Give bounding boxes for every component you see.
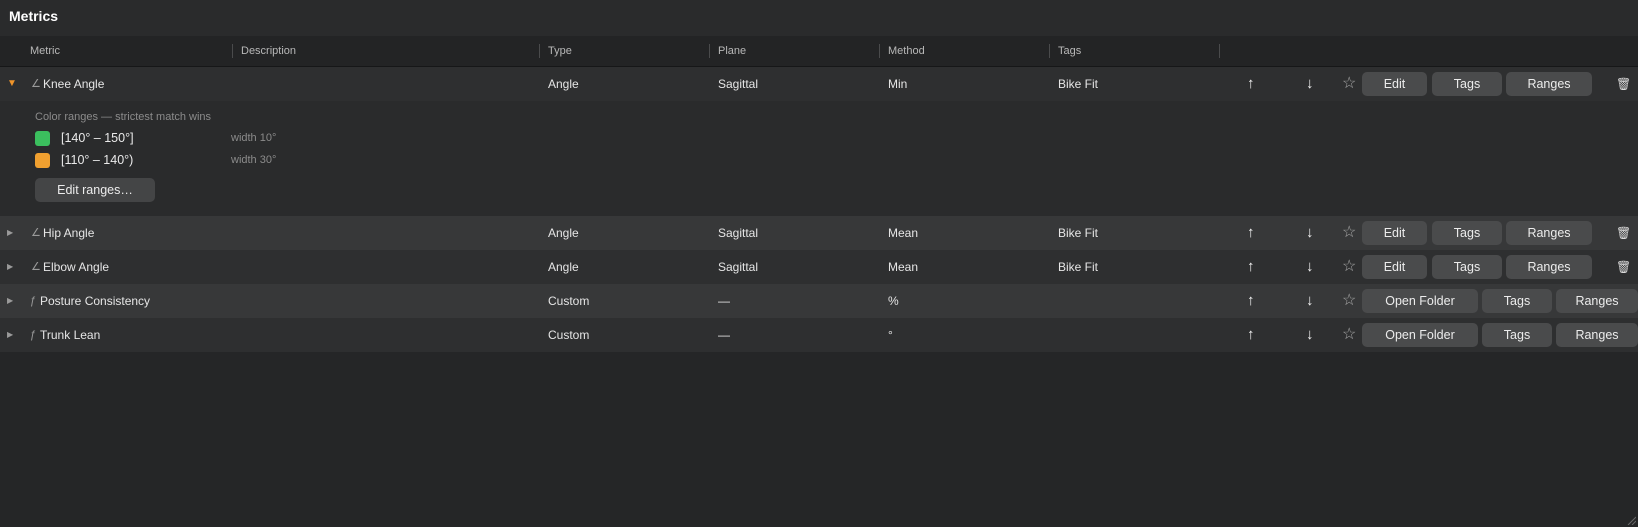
table-row[interactable]: ▶ ∠ Elbow Angle Angle Sagittal Mean Bike… <box>0 250 1638 284</box>
column-header-metric[interactable]: Metric <box>22 36 232 66</box>
ranges-button[interactable]: Ranges <box>1506 255 1592 279</box>
metric-type: Angle <box>548 77 579 91</box>
metric-name: Trunk Lean <box>40 328 101 342</box>
arrow-down-icon[interactable]: ↓ <box>1306 318 1314 352</box>
edit-button[interactable]: Edit <box>1362 255 1427 279</box>
arrow-down-icon[interactable]: ↓ <box>1306 284 1314 318</box>
metric-name: Posture Consistency <box>40 294 151 308</box>
range-width: width 30° <box>231 154 277 166</box>
color-ranges-caption: Color ranges — strictest match wins <box>35 111 212 123</box>
metric-plane: Sagittal <box>718 226 759 240</box>
tags-button[interactable]: Tags <box>1432 72 1502 96</box>
metric-type: Angle <box>548 260 579 274</box>
function-icon: ƒ <box>30 295 37 307</box>
tags-button[interactable]: Tags <box>1482 323 1552 347</box>
table-row[interactable]: ▼ ∠ Knee Angle Angle Sagittal Min Bike F… <box>0 67 1638 101</box>
trash-icon[interactable]: 🗑 <box>1616 250 1631 284</box>
metric-type: Custom <box>548 328 590 342</box>
color-ranges-panel: Color ranges — strictest match wins [140… <box>0 101 1638 216</box>
ranges-button[interactable]: Ranges <box>1556 323 1638 347</box>
table-row[interactable]: ▶ ƒ Posture Consistency Custom — % ↑ ↓ ☆… <box>0 284 1638 318</box>
angle-icon: ∠ <box>31 227 41 239</box>
column-separator[interactable] <box>1219 44 1220 58</box>
metric-plane: — <box>718 294 730 308</box>
angle-icon: ∠ <box>31 261 41 273</box>
arrow-down-icon[interactable]: ↓ <box>1306 250 1314 284</box>
metric-type: Angle <box>548 226 579 240</box>
range-label: [110° – 140°) <box>61 153 134 167</box>
star-icon[interactable]: ☆ <box>1342 250 1356 284</box>
range-label: [140° – 150°] <box>61 131 134 145</box>
column-header-description[interactable]: Description <box>233 36 539 66</box>
disclosure-triangle-icon[interactable]: ▶ <box>7 250 13 284</box>
trash-icon[interactable]: 🗑 <box>1616 216 1631 250</box>
edit-button[interactable]: Edit <box>1362 72 1427 96</box>
window-title: Metrics <box>9 8 59 24</box>
metric-name: Knee Angle <box>43 77 105 91</box>
column-header-method[interactable]: Method <box>880 36 1050 66</box>
arrow-up-icon[interactable]: ↑ <box>1247 250 1255 284</box>
arrow-up-icon[interactable]: ↑ <box>1247 216 1255 250</box>
arrow-up-icon[interactable]: ↑ <box>1247 284 1255 318</box>
metric-plane: — <box>718 328 730 342</box>
range-color-swatch <box>35 131 50 146</box>
function-icon: ƒ <box>30 329 37 341</box>
ranges-button[interactable]: Ranges <box>1506 72 1592 96</box>
disclosure-triangle-icon[interactable]: ▶ <box>7 284 13 318</box>
open-folder-button[interactable]: Open Folder <box>1362 323 1478 347</box>
metric-method: ° <box>888 328 893 342</box>
metric-name: Hip Angle <box>43 226 95 240</box>
metric-type: Custom <box>548 294 590 308</box>
arrow-down-icon[interactable]: ↓ <box>1306 216 1314 250</box>
disclosure-triangle-icon[interactable]: ▶ <box>7 318 13 352</box>
metric-tags: Bike Fit <box>1058 260 1099 274</box>
trash-icon[interactable]: 🗑 <box>1616 67 1631 101</box>
range-width: width 10° <box>231 132 277 144</box>
metric-plane: Sagittal <box>718 77 759 91</box>
table-row[interactable]: ▶ ƒ Trunk Lean Custom — ° ↑ ↓ ☆ Open Fol… <box>0 318 1638 352</box>
edit-ranges-button[interactable]: Edit ranges… <box>35 178 155 202</box>
star-icon[interactable]: ☆ <box>1342 284 1356 318</box>
metric-method: % <box>888 294 899 308</box>
star-icon[interactable]: ☆ <box>1342 318 1356 352</box>
star-icon[interactable]: ☆ <box>1342 216 1356 250</box>
metric-tags: Bike Fit <box>1058 226 1099 240</box>
column-header-tags[interactable]: Tags <box>1050 36 1220 66</box>
tags-button[interactable]: Tags <box>1432 221 1502 245</box>
star-icon[interactable]: ☆ <box>1342 67 1356 101</box>
metric-method: Min <box>888 77 908 91</box>
tags-button[interactable]: Tags <box>1482 289 1552 313</box>
arrow-up-icon[interactable]: ↑ <box>1247 67 1255 101</box>
metric-method: Mean <box>888 260 919 274</box>
ranges-button[interactable]: Ranges <box>1506 221 1592 245</box>
table-header: Metric Description Type Plane Method Tag… <box>0 36 1638 67</box>
open-folder-button[interactable]: Open Folder <box>1362 289 1478 313</box>
metric-plane: Sagittal <box>718 260 759 274</box>
ranges-button[interactable]: Ranges <box>1556 289 1638 313</box>
resize-grip-icon[interactable] <box>1626 515 1636 525</box>
metric-method: Mean <box>888 226 919 240</box>
arrow-down-icon[interactable]: ↓ <box>1306 67 1314 101</box>
title-bar: Metrics <box>0 0 1638 36</box>
arrow-up-icon[interactable]: ↑ <box>1247 318 1255 352</box>
tags-button[interactable]: Tags <box>1432 255 1502 279</box>
angle-icon: ∠ <box>31 78 41 90</box>
disclosure-triangle-icon[interactable]: ▼ <box>7 67 17 101</box>
disclosure-triangle-icon[interactable]: ▶ <box>7 216 13 250</box>
column-header-plane[interactable]: Plane <box>710 36 880 66</box>
metric-tags: Bike Fit <box>1058 77 1099 91</box>
column-header-type[interactable]: Type <box>540 36 710 66</box>
range-color-swatch <box>35 153 50 168</box>
edit-button[interactable]: Edit <box>1362 221 1427 245</box>
table-row[interactable]: ▶ ∠ Hip Angle Angle Sagittal Mean Bike F… <box>0 216 1638 250</box>
metric-name: Elbow Angle <box>43 260 110 274</box>
